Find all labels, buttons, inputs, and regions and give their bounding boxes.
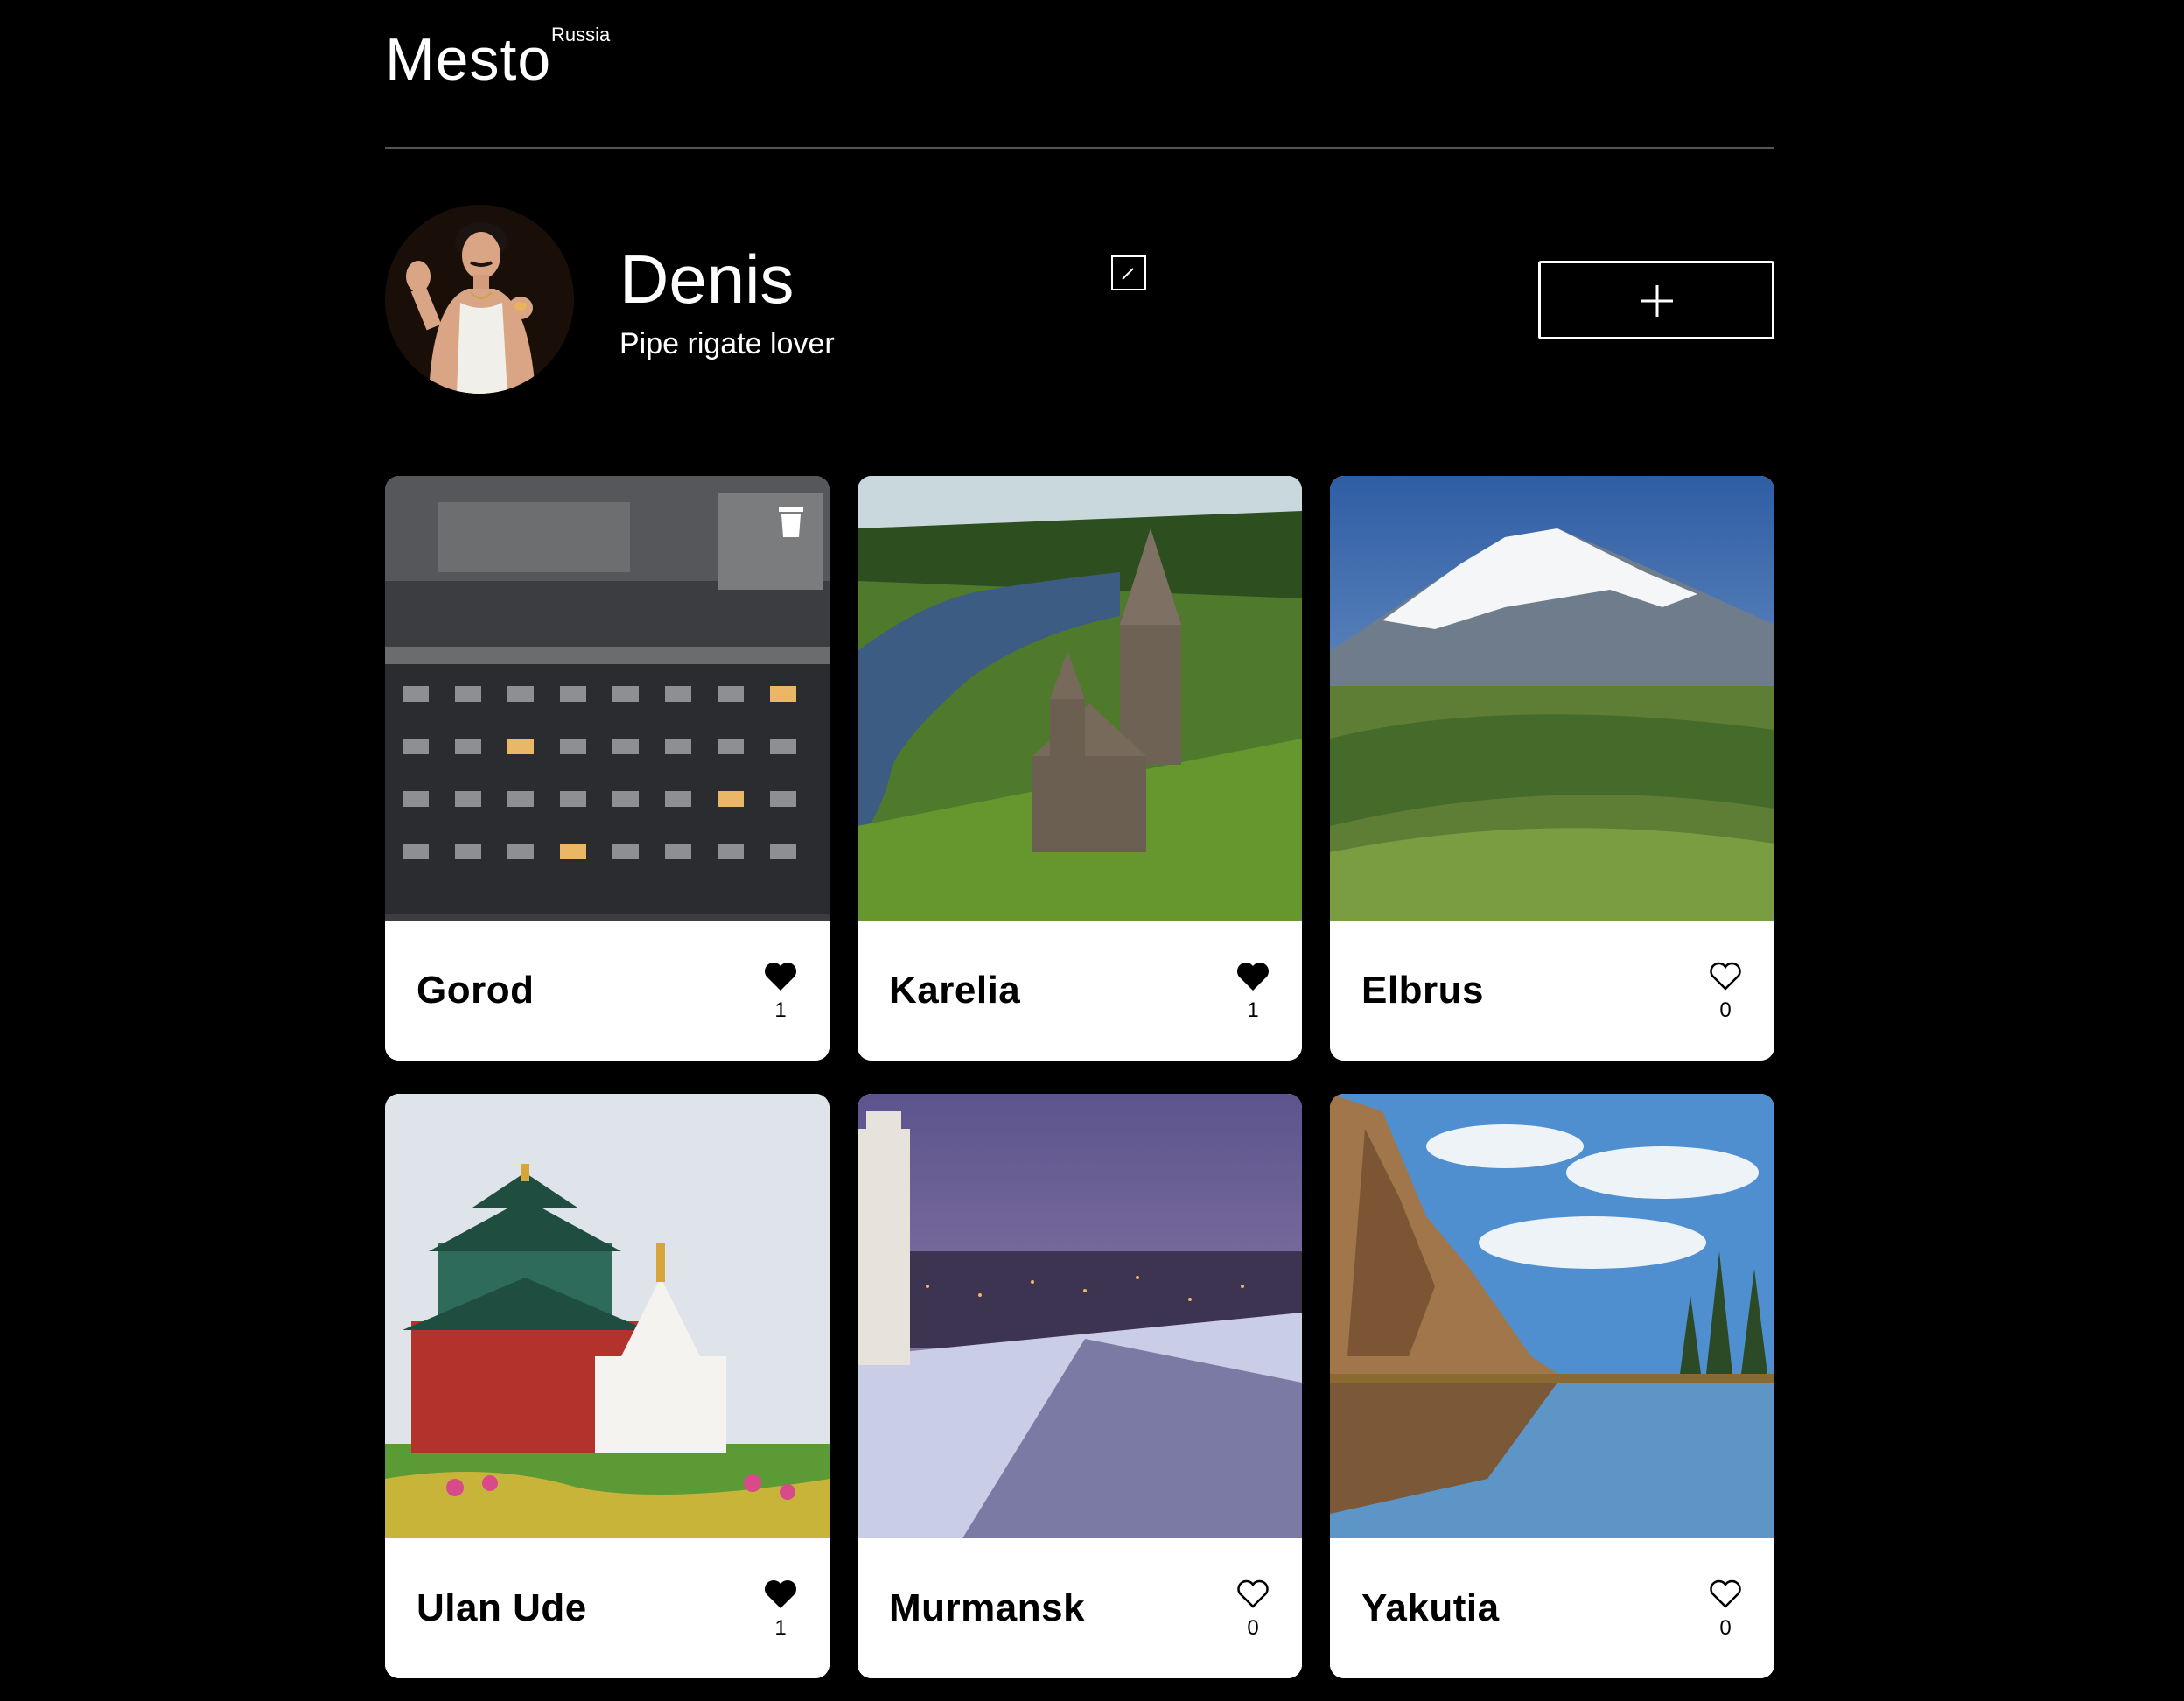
like-count: 1 <box>774 998 787 1022</box>
card-footer: Yakutia 0 <box>1330 1542 1774 1678</box>
card-image-karelia <box>858 476 1302 920</box>
card-image-murmansk <box>858 1094 1302 1538</box>
card: Elbrus 0 <box>1330 476 1774 1060</box>
card-title: Elbrus <box>1362 969 1484 1012</box>
card-image[interactable] <box>1330 1094 1774 1538</box>
card-image[interactable] <box>385 476 830 920</box>
logo: Mesto <box>385 26 552 93</box>
avatar[interactable] <box>385 205 574 394</box>
card-title: Ulan Ude <box>416 1586 587 1629</box>
card: Karelia 1 <box>858 476 1302 1060</box>
delete-card-button[interactable] <box>777 506 805 539</box>
like-count: 1 <box>1247 998 1259 1022</box>
card-title: Karelia <box>889 969 1021 1012</box>
like-group: 1 <box>761 961 800 1023</box>
logo-country: Russia <box>551 24 611 46</box>
card-footer: Karelia 1 <box>858 924 1302 1060</box>
profile: Denis Pipe rigate lover <box>385 205 1774 397</box>
profile-name: Denis <box>620 241 794 318</box>
like-group: 0 <box>1706 961 1745 1023</box>
plus-icon <box>1642 285 1673 317</box>
card: Yakutia 0 <box>1330 1094 1774 1678</box>
like-group: 1 <box>761 1578 800 1641</box>
profile-about: Pipe rigate lover <box>620 327 835 360</box>
like-button[interactable] <box>1708 1578 1743 1610</box>
like-button[interactable] <box>1236 1578 1270 1610</box>
card-footer: Elbrus 0 <box>1330 924 1774 1060</box>
card: Ulan Ude 1 <box>385 1094 830 1678</box>
card-footer: Gorod 1 <box>385 924 830 1060</box>
card-image[interactable] <box>1330 476 1774 920</box>
header: Mesto Russia <box>385 0 1774 149</box>
heart-filled-icon <box>1237 962 1269 990</box>
card-footer: Ulan Ude 1 <box>385 1542 830 1678</box>
card: Murmansk 0 <box>858 1094 1302 1678</box>
page: Mesto Russia Denis Pipe rigate lover Gor… <box>385 0 1774 1701</box>
card-image[interactable] <box>858 476 1302 920</box>
card-image-elbrus <box>1330 476 1774 920</box>
avatar-image <box>385 205 574 394</box>
edit-profile-button[interactable] <box>1111 256 1146 290</box>
heart-outline-icon <box>1710 1579 1741 1608</box>
like-count: 1 <box>774 1616 787 1640</box>
add-card-button[interactable] <box>1538 261 1774 340</box>
trash-icon <box>779 508 803 537</box>
card-image[interactable] <box>858 1094 1302 1538</box>
card-title: Murmansk <box>889 1586 1086 1629</box>
card-image-gorod <box>385 476 830 920</box>
like-button[interactable] <box>1708 961 1743 992</box>
card-title: Yakutia <box>1362 1586 1500 1629</box>
like-count: 0 <box>1719 1616 1732 1640</box>
card-image[interactable] <box>385 1094 830 1538</box>
heart-filled-icon <box>765 1580 796 1608</box>
card-title: Gorod <box>416 969 535 1012</box>
card-image-yakutia <box>1330 1094 1774 1538</box>
like-button[interactable] <box>763 1578 798 1610</box>
card-footer: Murmansk 0 <box>858 1542 1302 1678</box>
like-group: 0 <box>1706 1578 1745 1641</box>
card-image-ulan-ude <box>385 1094 830 1538</box>
card: Gorod 1 <box>385 476 830 1060</box>
heart-filled-icon <box>765 962 796 990</box>
like-button[interactable] <box>1236 961 1270 992</box>
like-count: 0 <box>1719 998 1732 1022</box>
heart-outline-icon <box>1710 962 1741 990</box>
like-group: 0 <box>1234 1578 1272 1641</box>
like-count: 0 <box>1247 1616 1259 1640</box>
pencil-icon <box>1122 268 1134 280</box>
cards-grid: Gorod 1 Karelia 1 Elbrus 0 Ulan Ude 1 Mu… <box>385 476 1774 1678</box>
like-button[interactable] <box>763 961 798 992</box>
like-group: 1 <box>1234 961 1272 1023</box>
heart-outline-icon <box>1237 1579 1269 1608</box>
